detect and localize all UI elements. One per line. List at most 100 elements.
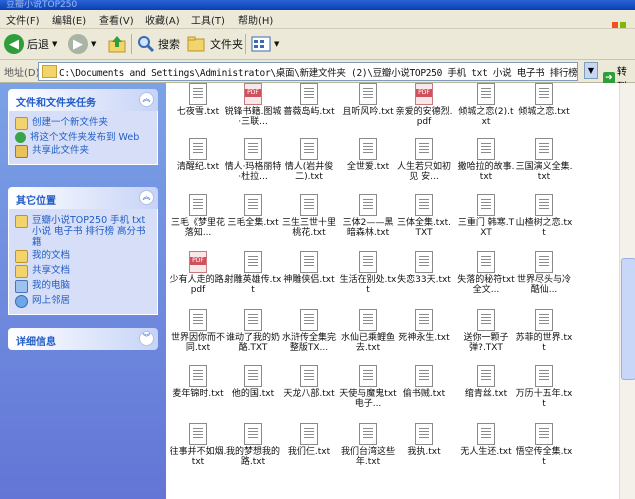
text-file-icon	[477, 138, 495, 160]
toolbar: ◀ 后退 ▼ ▶ ▼ 搜索 文件夹 ▼	[0, 29, 635, 60]
file-item[interactable]: 蔷薇岛屿.txt	[280, 83, 338, 117]
task-new-folder[interactable]: 创建一个新文件夹	[15, 117, 151, 130]
task-pane: 文件和文件夹任务 ︽ 创建一个新文件夹 将这个文件夹发布到 Web 共享此文件夹…	[0, 83, 166, 499]
text-file-icon	[300, 251, 318, 273]
file-item[interactable]: 三体2——黑暗森林.txt	[339, 194, 397, 238]
menu-tools[interactable]: 工具(T)	[191, 12, 225, 27]
file-item[interactable]: 我们台湾这些年.txt	[339, 423, 397, 467]
menu-favorites[interactable]: 收藏(A)	[145, 12, 180, 27]
file-item[interactable]: 天使与魔鬼txt电子...	[339, 365, 397, 409]
file-item[interactable]: 神雕侠侣.txt	[280, 251, 338, 285]
collapse-chevron-icon[interactable]: ︽	[139, 92, 154, 107]
menu-file[interactable]: 文件(F)	[6, 12, 40, 27]
file-item[interactable]: 情人(岩井俊二).txt	[280, 138, 338, 182]
file-item[interactable]: 无人生还.txt	[457, 423, 515, 457]
file-item[interactable]: 失恋33天.txt	[395, 251, 453, 285]
file-item[interactable]: 世界尽头与冷酷仙...	[515, 251, 573, 295]
file-item[interactable]: 三重门 韩寒.TXT	[457, 194, 515, 238]
file-item[interactable]: 他的国.txt	[224, 365, 282, 399]
text-file-icon	[477, 251, 495, 273]
file-item[interactable]: 我们仨.txt	[280, 423, 338, 457]
file-item[interactable]: 万历十五年.txt	[515, 365, 573, 409]
file-item[interactable]: 亲爱的安德烈.pdf	[395, 83, 453, 127]
file-item[interactable]: 射雕英雄传.txt	[224, 251, 282, 295]
file-item[interactable]: 死神永生.txt	[395, 309, 453, 343]
forward-dropdown-icon: ▼	[91, 40, 97, 48]
text-file-icon	[300, 194, 318, 216]
back-button[interactable]: ◀ 后退 ▼	[4, 32, 57, 56]
file-item[interactable]: 世界因你而不同.txt	[169, 309, 227, 353]
text-file-icon	[477, 309, 495, 331]
file-item[interactable]: 且听风吟.txt	[339, 83, 397, 117]
text-file-icon	[359, 194, 377, 216]
file-item[interactable]: 谁动了我的奶酪.TXT	[224, 309, 282, 353]
details-header[interactable]: 详细信息 ︾	[8, 328, 158, 350]
file-tasks-header[interactable]: 文件和文件夹任务 ︽	[8, 89, 158, 111]
file-item[interactable]: 倾城之恋(2).txt	[457, 83, 515, 127]
text-file-icon	[189, 194, 207, 216]
file-item[interactable]: 倾城之恋.txt	[515, 83, 573, 117]
file-item[interactable]: 三生三世十里桃花.txt	[280, 194, 338, 238]
place-my-computer[interactable]: 我的电脑	[15, 280, 151, 293]
file-item[interactable]: 失落的秘符txt全文...	[457, 251, 515, 295]
expand-chevron-icon[interactable]: ︾	[139, 331, 154, 346]
text-file-icon	[415, 194, 433, 216]
file-name: 苏菲的世界.txt	[515, 333, 573, 353]
collapse-chevron-icon[interactable]: ︽	[139, 190, 154, 205]
up-folder-button[interactable]	[107, 32, 127, 56]
file-name: 三国演义全集.txt	[515, 162, 573, 182]
file-item[interactable]: 情人·玛格丽特·杜拉...	[224, 138, 282, 182]
place-my-documents[interactable]: 我的文档	[15, 250, 151, 263]
file-item[interactable]: 人生若只如初见 安...	[395, 138, 453, 182]
file-item[interactable]: 偷书贼.txt	[395, 365, 453, 399]
vertical-scrollbar[interactable]	[619, 83, 635, 499]
file-item[interactable]: 水仙已乘鲤鱼去.txt	[339, 309, 397, 353]
file-name: 蔷薇岛屿.txt	[283, 107, 335, 117]
scrollbar-thumb[interactable]	[621, 258, 635, 380]
file-name: 生活在别处.txt	[339, 275, 397, 295]
file-item[interactable]: 苏菲的世界.txt	[515, 309, 573, 353]
views-button[interactable]: ▼	[251, 32, 279, 56]
folders-button[interactable]: 文件夹	[187, 32, 243, 56]
file-item[interactable]: 往事并不如烟.txt	[169, 423, 227, 467]
address-input[interactable]: C:\Documents and Settings\Administrator\…	[38, 62, 578, 81]
file-item[interactable]: 少有人走的路.pdf	[169, 251, 227, 295]
address-dropdown-icon[interactable]: ▼	[584, 62, 598, 79]
file-item[interactable]: 撒哈拉的故事.txt	[457, 138, 515, 182]
file-item[interactable]: 七夜雪.txt	[169, 83, 227, 117]
file-item[interactable]: 三毛《梦里花落知...	[169, 194, 227, 238]
forward-arrow-icon: ▶	[68, 34, 88, 54]
file-item[interactable]: 悟空传全集.txt	[515, 423, 573, 467]
task-publish-web[interactable]: 将这个文件夹发布到 Web	[15, 132, 151, 143]
search-icon	[138, 36, 155, 53]
menu-view[interactable]: 查看(V)	[99, 12, 134, 27]
menu-help[interactable]: 帮助(H)	[238, 12, 273, 27]
file-item[interactable]: 锐锋书籍.图城·三联...	[224, 83, 282, 127]
file-item[interactable]: 天龙八部.txt	[280, 365, 338, 399]
file-item[interactable]: 我执.txt	[395, 423, 453, 457]
file-item[interactable]: 绾青丝.txt	[457, 365, 515, 399]
file-item[interactable]: 送你一颗子弹?.TXT	[457, 309, 515, 353]
folders-label: 文件夹	[210, 38, 243, 51]
place-parent-folder[interactable]: 豆瓣小说TOP250 手机 txt 小说 电子书 排行榜 高分书籍	[15, 215, 151, 248]
file-item[interactable]: 三毛全集.txt	[224, 194, 282, 228]
task-share-folder[interactable]: 共享此文件夹	[15, 145, 151, 158]
file-item[interactable]: 我的梦想我的路.txt	[224, 423, 282, 467]
file-item[interactable]: 三体全集.txt.TXT	[395, 194, 453, 238]
menu-edit[interactable]: 编辑(E)	[52, 12, 86, 27]
file-item[interactable]: 生活在别处.txt	[339, 251, 397, 295]
file-item[interactable]: 清醒纪.txt	[169, 138, 227, 172]
address-path: C:\Documents and Settings\Administrator\…	[59, 68, 578, 79]
place-shared-documents[interactable]: 共享文档	[15, 265, 151, 278]
forward-button[interactable]: ▶ ▼	[68, 32, 96, 56]
folder-icon	[15, 215, 28, 228]
place-network[interactable]: 网上邻居	[15, 295, 151, 308]
search-button[interactable]: 搜索	[137, 32, 180, 56]
text-file-icon	[359, 309, 377, 331]
file-item[interactable]: 水浒传全集完整版TX...	[280, 309, 338, 353]
other-places-header[interactable]: 其它位置 ︽	[8, 187, 158, 209]
file-item[interactable]: 山楂树之恋.txt	[515, 194, 573, 238]
file-item[interactable]: 三国演义全集.txt	[515, 138, 573, 182]
file-item[interactable]: 全世爱.txt	[339, 138, 397, 172]
file-item[interactable]: 麦年锦时.txt	[169, 365, 227, 399]
